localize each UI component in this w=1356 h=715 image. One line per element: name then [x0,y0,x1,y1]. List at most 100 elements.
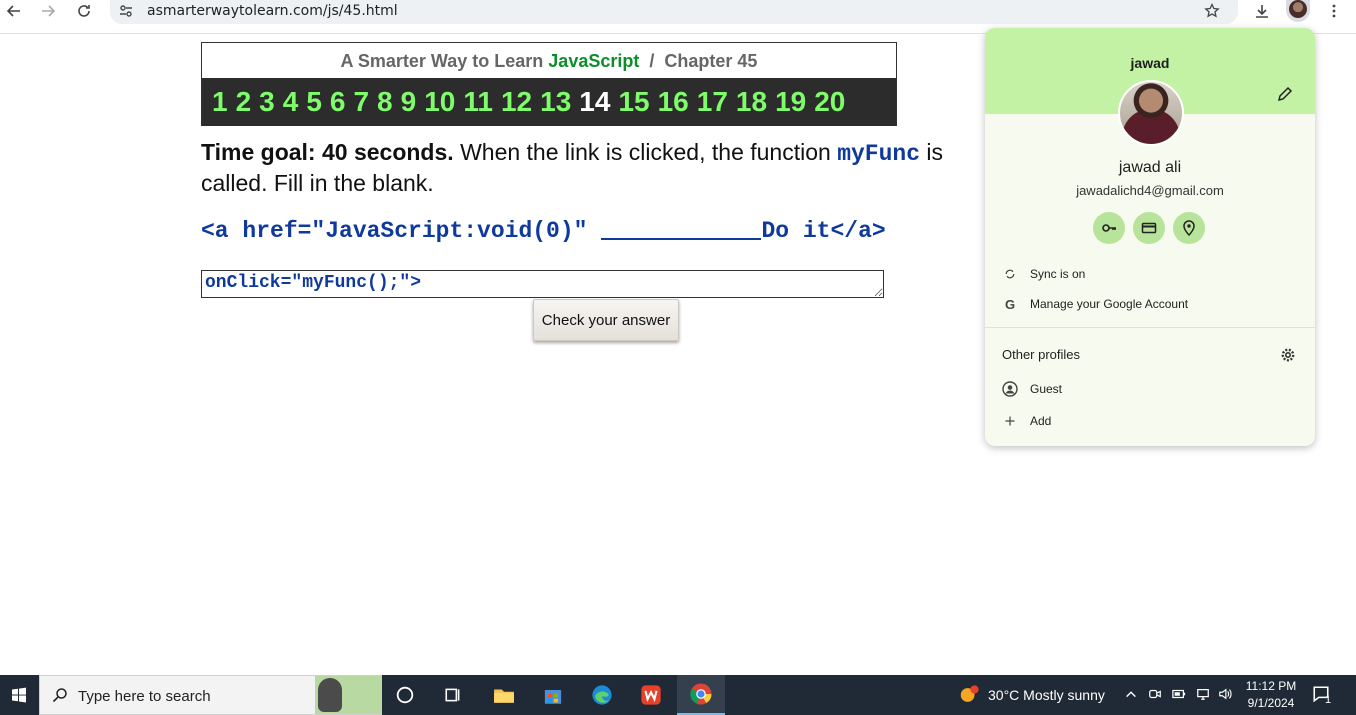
address-bar[interactable]: asmarterwaytolearn.com/js/45.html [110,0,1238,24]
chapter-link[interactable]: 13 [540,86,571,118]
clock-date: 9/1/2024 [1247,696,1295,710]
profile-name-top: jawad [1130,55,1170,71]
system-clock[interactable]: 11:12 PM 9/1/2024 [1236,678,1306,712]
question-text: Time goal: 40 seconds. When the link is … [201,138,981,198]
windows-taskbar: Type here to search 30°C Mostly sunny 11… [0,675,1356,715]
question-part1: When the link is clicked, the function [460,139,831,165]
code-blank [601,218,762,240]
chapter-link[interactable]: 7 [353,86,369,118]
passwords-button[interactable] [1093,212,1125,244]
chapter-link[interactable]: 18 [736,86,767,118]
plus-icon [1002,413,1018,429]
answer-input[interactable] [201,270,884,298]
sync-status[interactable]: Sync is on [985,259,1315,289]
edge-button[interactable] [589,682,615,708]
addresses-button[interactable] [1173,212,1205,244]
wps-button[interactable] [638,682,664,708]
task-view-button[interactable] [440,682,466,708]
wps-icon [641,685,661,705]
chapter-link[interactable]: 2 [236,86,252,118]
other-profiles-title: Other profiles [1002,347,1081,362]
guest-icon [1002,381,1018,397]
chapter-title: A Smarter Way to Learn JavaScript / Chap… [202,43,896,78]
chapter-link[interactable]: 15 [618,86,649,118]
chapter-link[interactable]: 19 [775,86,806,118]
add-label: Add [1030,414,1052,428]
weather-text[interactable]: 30°C Mostly sunny [988,687,1105,703]
chrome-taskbar-item[interactable] [677,675,725,715]
file-explorer-button[interactable] [491,682,517,708]
search-placeholder: Type here to search [78,688,211,705]
guest-profile[interactable]: Guest [985,374,1315,404]
guest-label: Guest [1030,382,1063,396]
chapter-link[interactable]: 4 [283,86,299,118]
chapter-link[interactable]: 1 [212,86,228,118]
site-title-js[interactable]: JavaScript [548,51,639,71]
menu-divider [985,327,1315,328]
downloads-button[interactable] [1248,0,1276,22]
chrome-icon [690,683,712,705]
chapter-link[interactable]: 14 [579,86,610,118]
bookmark-star-button[interactable] [1200,0,1224,22]
store-button[interactable] [540,682,566,708]
volume-icon[interactable] [1218,687,1232,701]
chapter-link[interactable]: 10 [424,86,455,118]
forward-arrow-icon [42,5,56,17]
reload-icon [78,5,90,17]
chapter-link[interactable]: 20 [814,86,845,118]
notification-center-button[interactable]: 1 [1312,685,1336,707]
chapter-link[interactable]: 5 [306,86,322,118]
google-g-icon: G [1004,296,1016,312]
forward-button[interactable] [34,0,62,22]
profile-avatar-button[interactable] [1286,0,1310,22]
search-highlight-image [270,676,382,714]
profile-photo [1118,80,1184,146]
add-profile[interactable]: Add [985,406,1315,436]
chapter-link[interactable]: 17 [697,86,728,118]
menu-button[interactable] [1320,0,1348,22]
meet-now-icon[interactable] [1148,687,1162,701]
download-icon [1256,5,1268,18]
network-icon[interactable] [1196,687,1210,701]
sync-label: Sync is on [1030,267,1086,281]
time-goal: Time goal: 40 seconds. [201,139,454,165]
chapter-link[interactable]: 3 [259,86,275,118]
manage-account-link[interactable]: G Manage your Google Account [985,289,1315,319]
back-arrow-icon [6,5,20,17]
weather-icon[interactable] [958,684,980,706]
cortana-button[interactable] [392,682,418,708]
back-button[interactable] [0,0,28,22]
gear-icon[interactable] [1280,347,1296,363]
start-button[interactable] [0,675,38,715]
key-icon [1102,224,1116,232]
title-separator: / [649,51,655,71]
taskbar-search[interactable]: Type here to search [39,675,382,715]
code-snippet: <a href="JavaScript:void(0)" Do it</a> [201,218,886,244]
profile-full-name: jawad ali [1118,159,1182,176]
chapter-label: Chapter 45 [664,51,758,71]
site-title: A Smarter Way to Learn [340,51,544,71]
reload-button[interactable] [70,0,98,22]
folder-icon [494,689,514,703]
manage-account-label: Manage your Google Account [1030,297,1189,311]
chapter-link[interactable]: 6 [330,86,346,118]
url-text: asmarterwaytolearn.com/js/45.html [147,3,398,19]
edge-icon [592,685,612,705]
battery-icon[interactable] [1172,687,1186,701]
kebab-menu-icon [1332,4,1336,18]
star-icon [1204,2,1220,18]
check-answer-button[interactable]: Check your answer [533,299,679,341]
windows-logo-icon [12,687,26,703]
payment-methods-button[interactable] [1133,212,1165,244]
chapter-link[interactable]: 8 [377,86,393,118]
search-icon [52,688,67,703]
edit-pencil-icon[interactable] [1277,86,1293,102]
chapter-link[interactable]: 11 [463,86,493,118]
chapter-header: A Smarter Way to Learn JavaScript / Chap… [201,42,897,126]
profile-menu: jawad jawad ali jawadalichd4@gmail.com S… [985,28,1315,446]
site-settings-icon[interactable] [118,3,134,19]
chapter-link[interactable]: 12 [501,86,532,118]
chevron-up-icon[interactable] [1124,687,1138,701]
chapter-link[interactable]: 9 [401,86,417,118]
chapter-link[interactable]: 16 [658,86,689,118]
